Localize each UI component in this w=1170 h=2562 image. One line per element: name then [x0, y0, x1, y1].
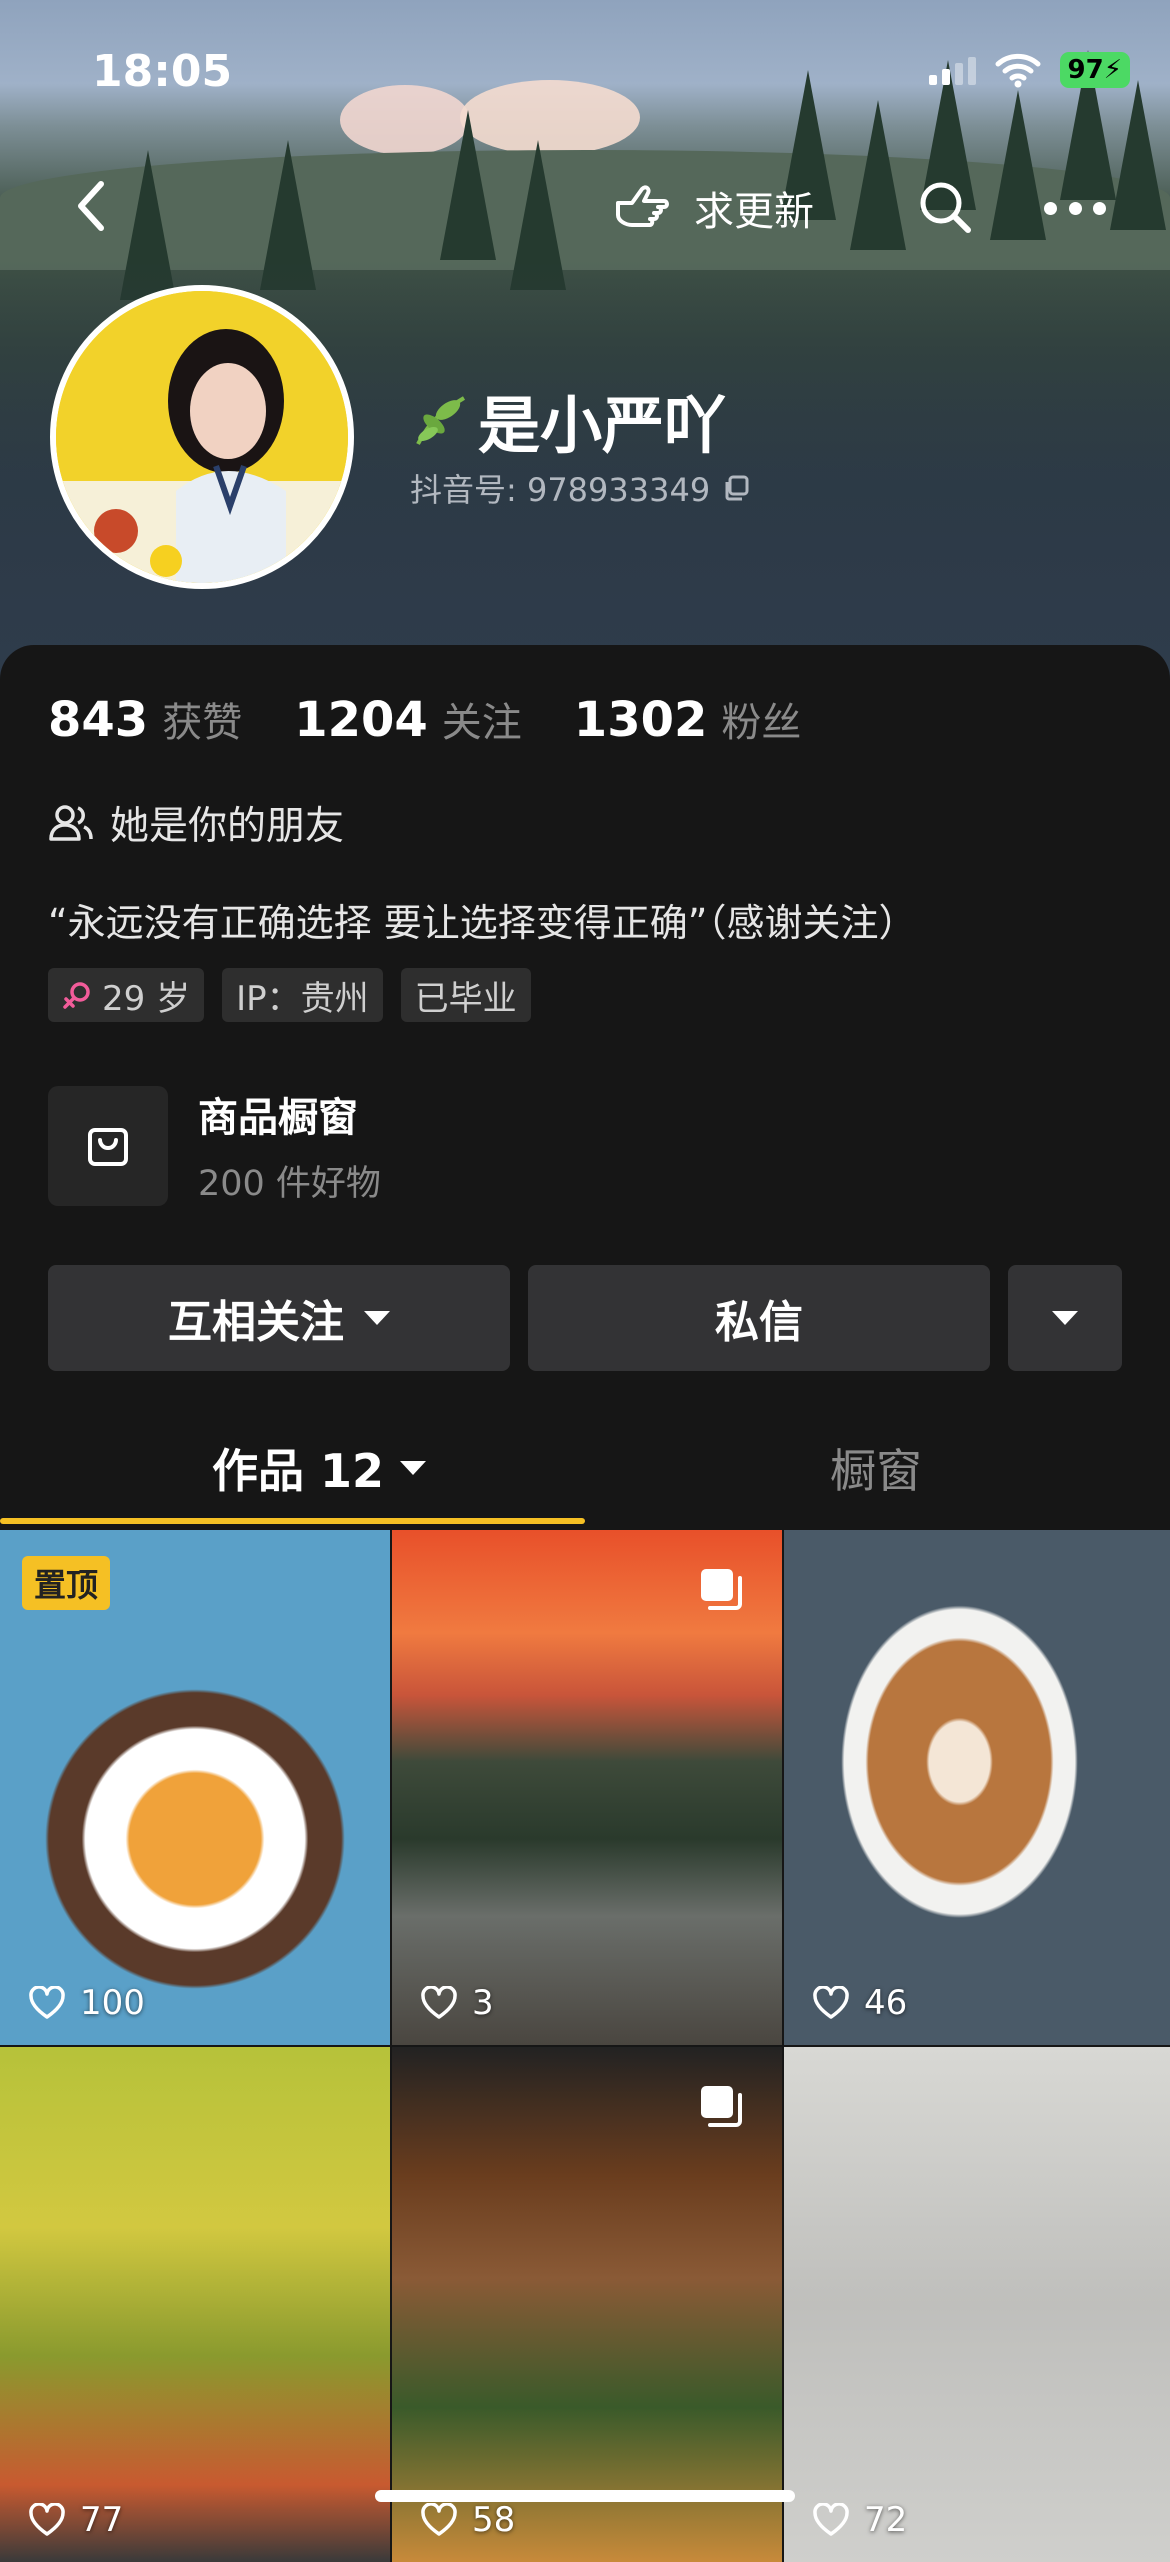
multi-image-icon	[701, 1569, 742, 1610]
pointing-hand-icon	[616, 185, 669, 227]
multi-image-icon	[701, 2086, 742, 2127]
caret-down-icon	[1052, 1311, 1078, 1325]
signal-icon	[928, 55, 976, 85]
request-update-button[interactable]: 求更新	[612, 178, 814, 238]
more-options-dropdown[interactable]	[1008, 1265, 1122, 1371]
stat-followers[interactable]: 1302 粉丝	[574, 690, 802, 748]
douyin-id: 抖音号: 978933349	[410, 465, 750, 511]
caret-down-icon	[364, 1311, 390, 1325]
stat-following[interactable]: 1204 关注	[294, 690, 522, 748]
request-update-label: 求更新	[694, 189, 814, 235]
video-thumbnail[interactable]: 58	[392, 2047, 782, 2562]
video-thumbnail[interactable]: 72	[784, 2047, 1170, 2562]
username: 是小严吖	[410, 375, 726, 465]
like-count: 3	[420, 1983, 494, 2023]
heart-icon	[421, 1986, 457, 2019]
tab-active-indicator	[0, 1518, 585, 1524]
profile-tags: 29 岁 IP：贵州 已毕业	[48, 968, 531, 1022]
battery-icon: 97⚡	[1059, 52, 1130, 88]
more-button[interactable]	[1044, 178, 1106, 238]
shop-window-entry[interactable]: 商品橱窗 200 件好物	[48, 1085, 381, 1206]
friends-icon	[49, 805, 93, 841]
video-thumbnail[interactable]: 置顶 100	[0, 1530, 390, 2045]
more-dot-icon	[1044, 201, 1057, 215]
caret-down-icon	[400, 1461, 427, 1475]
like-count: 46	[812, 1983, 907, 2023]
video-grid: 置顶 100 3 46 77 58 72	[0, 1530, 1170, 2562]
content-tabs: 作品 12 橱窗	[0, 1400, 1170, 1525]
like-count: 72	[812, 2500, 907, 2540]
pinned-badge: 置顶	[22, 1556, 111, 1610]
home-indicator[interactable]	[375, 2490, 795, 2502]
chevron-left-icon	[78, 181, 104, 231]
shop-title: 商品橱窗	[198, 1095, 358, 1141]
mutual-follow-button[interactable]: 互相关注	[48, 1265, 510, 1371]
back-button[interactable]	[66, 178, 116, 234]
search-icon	[920, 182, 971, 233]
more-dot-icon	[1068, 201, 1082, 215]
video-thumbnail[interactable]: 3	[392, 1530, 782, 2045]
age-tag: 29 岁	[48, 968, 205, 1022]
education-tag: 已毕业	[400, 968, 531, 1022]
tab-works[interactable]: 作品 12	[212, 1435, 427, 1501]
douyin-id-text: 抖音号: 978933349	[410, 471, 711, 509]
leaf-icon	[416, 396, 466, 445]
avatar-photo	[56, 291, 348, 583]
tab-showcase[interactable]: 橱窗	[830, 1435, 922, 1501]
heart-icon	[29, 1986, 65, 2019]
status-icons: 97⚡	[928, 52, 1130, 88]
like-count: 100	[28, 1983, 145, 2023]
shopping-bag-icon	[88, 1127, 128, 1166]
female-icon	[63, 982, 90, 1009]
copy-icon[interactable]	[722, 474, 750, 502]
username-text: 是小严吖	[478, 389, 727, 462]
message-button[interactable]: 私信	[528, 1265, 990, 1371]
status-time: 18:05	[92, 46, 233, 97]
wifi-icon	[995, 53, 1041, 88]
shop-subtitle: 200 件好物	[198, 1164, 381, 1204]
video-thumbnail[interactable]: 77	[0, 2047, 390, 2562]
more-dot-icon	[1093, 201, 1106, 215]
friend-text: 她是你的朋友	[110, 804, 345, 849]
friend-indicator: 她是你的朋友	[48, 795, 344, 851]
avatar[interactable]	[50, 285, 354, 589]
stat-likes[interactable]: 843 获赞	[48, 690, 242, 748]
heart-icon	[813, 1986, 849, 2019]
search-button[interactable]	[916, 178, 976, 238]
video-thumbnail[interactable]: 46	[784, 1530, 1170, 2045]
shop-icon-box	[48, 1085, 168, 1206]
stats-row: 843 获赞 1204 关注 1302 粉丝	[48, 690, 853, 748]
bio-text: “永远没有正确选择 要让选择变得正确”（感谢关注）	[48, 901, 917, 945]
action-buttons: 互相关注 私信	[48, 1265, 1122, 1371]
like-count: 58	[420, 2500, 515, 2540]
ip-tag: IP：贵州	[222, 968, 383, 1022]
like-count: 77	[28, 2500, 123, 2540]
